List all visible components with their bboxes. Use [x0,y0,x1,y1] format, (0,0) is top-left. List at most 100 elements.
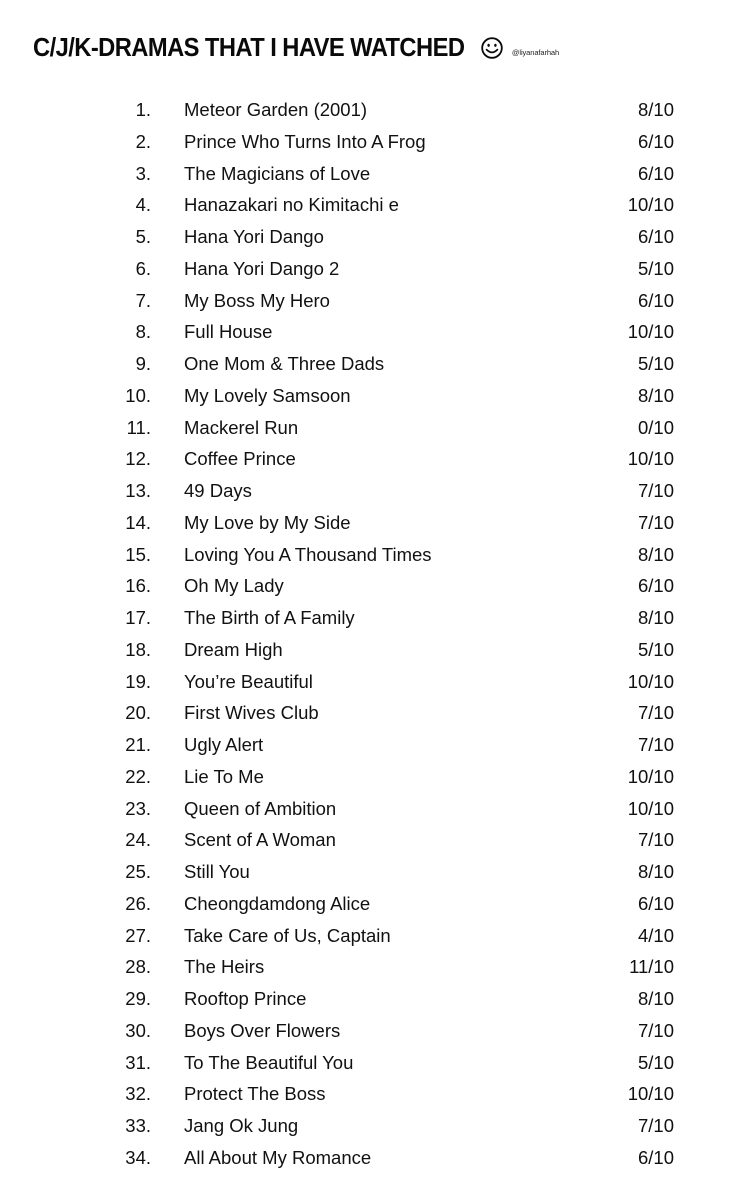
drama-title: To The Beautiful You [184,1051,354,1073]
drama-rating: 10/10 [627,797,674,819]
document-header: C/J/K-DRAMAS THAT I HAVE WATCHED @liyana… [33,34,559,63]
drama-rating: 7/10 [637,702,674,724]
item-number: 7. [135,289,151,311]
item-number: 33. [125,1115,151,1136]
drama-title: Jang Ok Jung [184,1115,299,1136]
list-item: 34. All About My Romance 6/10 [0,1142,730,1174]
drama-rating: 10/10 [627,448,674,470]
drama-rating: 10/10 [627,1083,674,1105]
item-number: 13. [125,480,151,501]
item-number: 2. [135,130,151,152]
drama-rating: 7/10 [637,734,674,755]
list-item: 31. To The Beautiful You 5/10 [0,1047,730,1079]
drama-rating: 4/10 [637,924,674,946]
item-number: 34. [125,1146,151,1168]
drama-title: Dream High [184,638,283,660]
item-number: 27. [125,924,151,946]
list-item: 29. Rooftop Prince 8/10 [0,983,730,1015]
list-item: 15. Loving You A Thousand Times 8/10 [0,539,730,571]
item-number: 30. [125,1019,151,1041]
list-item: 25. Still You 8/10 [0,856,730,888]
drama-rating: 7/10 [637,829,674,851]
drama-title: All About My Romance [184,1146,372,1168]
item-number: 11. [126,416,151,438]
drama-title: You’re Beautiful [184,670,313,692]
drama-rating: 6/10 [637,1146,674,1168]
drama-title: Mackerel Run [184,416,299,438]
list-item: 8. Full House 10/10 [0,316,730,348]
list-item: 14. My Love by My Side 7/10 [0,507,730,539]
drama-title: Hana Yori Dango 2 [184,257,340,279]
drama-title: My Lovely Samsoon [184,384,351,406]
drama-rating: 7/10 [637,511,674,533]
list-item: 12. Coffee Prince 10/10 [0,443,730,475]
page-title: C/J/K-DRAMAS THAT I HAVE WATCHED [33,34,465,62]
item-number: 4. [135,194,151,216]
list-item: 7. My Boss My Hero 6/10 [0,285,730,317]
list-item: 5. Hana Yori Dango 6/10 [0,221,730,253]
smiley-face-icon [481,37,503,59]
item-number: 9. [135,353,151,374]
drama-rating: 8/10 [637,988,674,1009]
drama-title: Scent of A Woman [184,829,336,851]
item-number: 10. [125,384,151,406]
drama-title: Hanazakari no Kimitachi e [184,194,399,216]
drama-title: Take Care of Us, Captain [184,924,391,946]
list-item: 24. Scent of A Woman 7/10 [0,824,730,856]
list-item: 19. You’re Beautiful 10/10 [0,666,730,698]
drama-title: Protect The Boss [184,1083,326,1105]
item-number: 20. [125,702,151,724]
drama-rating: 10/10 [627,765,674,787]
item-number: 32. [125,1083,151,1105]
item-number: 12. [125,448,151,470]
drama-rating: 8/10 [637,384,674,406]
drama-rating: 10/10 [627,670,674,692]
drama-title: Coffee Prince [184,448,296,470]
item-number: 18. [125,638,151,660]
drama-rating: 11/10 [629,956,674,978]
list-item: 33. Jang Ok Jung 7/10 [0,1110,730,1142]
drama-title: Boys Over Flowers [184,1019,341,1041]
item-number: 26. [125,892,151,914]
drama-rating: 5/10 [637,353,674,374]
list-item: 16. Oh My Lady 6/10 [0,570,730,602]
drama-title: Still You [184,861,250,882]
drama-title: Prince Who Turns Into A Frog [184,130,426,152]
drama-rating: 8/10 [637,861,674,882]
list-item: 18. Dream High 5/10 [0,634,730,666]
drama-title: Loving You A Thousand Times [184,543,432,565]
drama-title: Meteor Garden (2001) [184,99,368,120]
drama-title: Full House [184,321,273,343]
item-number: 31. [125,1051,151,1073]
list-item: 32. Protect The Boss 10/10 [0,1078,730,1110]
drama-title: My Love by My Side [184,511,351,533]
list-item: 21. Ugly Alert 7/10 [0,729,730,761]
item-number: 3. [135,162,151,184]
drama-rating: 10/10 [627,194,674,216]
drama-rating: 7/10 [637,1115,674,1136]
item-number: 1. [135,99,151,120]
drama-title: Cheongdamdong Alice [184,892,371,914]
drama-title: The Birth of A Family [184,607,355,628]
item-number: 19. [125,670,151,692]
list-item: 2. Prince Who Turns Into A Frog 6/10 [0,126,730,158]
list-item: 30. Boys Over Flowers 7/10 [0,1015,730,1047]
list-item: 9. One Mom & Three Dads 5/10 [0,348,730,380]
drama-rating: 7/10 [637,1019,674,1041]
drama-title: Oh My Lady [184,575,284,597]
drama-title: The Magicians of Love [184,162,371,184]
item-number: 6. [135,257,151,279]
drama-rating: 10/10 [627,321,674,343]
list-item: 22. Lie To Me 10/10 [0,761,730,793]
item-number: 8. [135,321,151,343]
item-number: 29. [125,988,151,1009]
list-item: 13. 49 Days 7/10 [0,475,730,507]
drama-rating: 7/10 [637,480,674,501]
item-number: 15. [125,543,151,565]
item-number: 17. [125,607,151,628]
list-item: 3. The Magicians of Love 6/10 [0,158,730,190]
drama-title: Hana Yori Dango [184,226,324,247]
drama-rating: 6/10 [637,289,674,311]
list-item: 1. Meteor Garden (2001) 8/10 [0,94,730,126]
item-number: 14. [125,511,151,533]
